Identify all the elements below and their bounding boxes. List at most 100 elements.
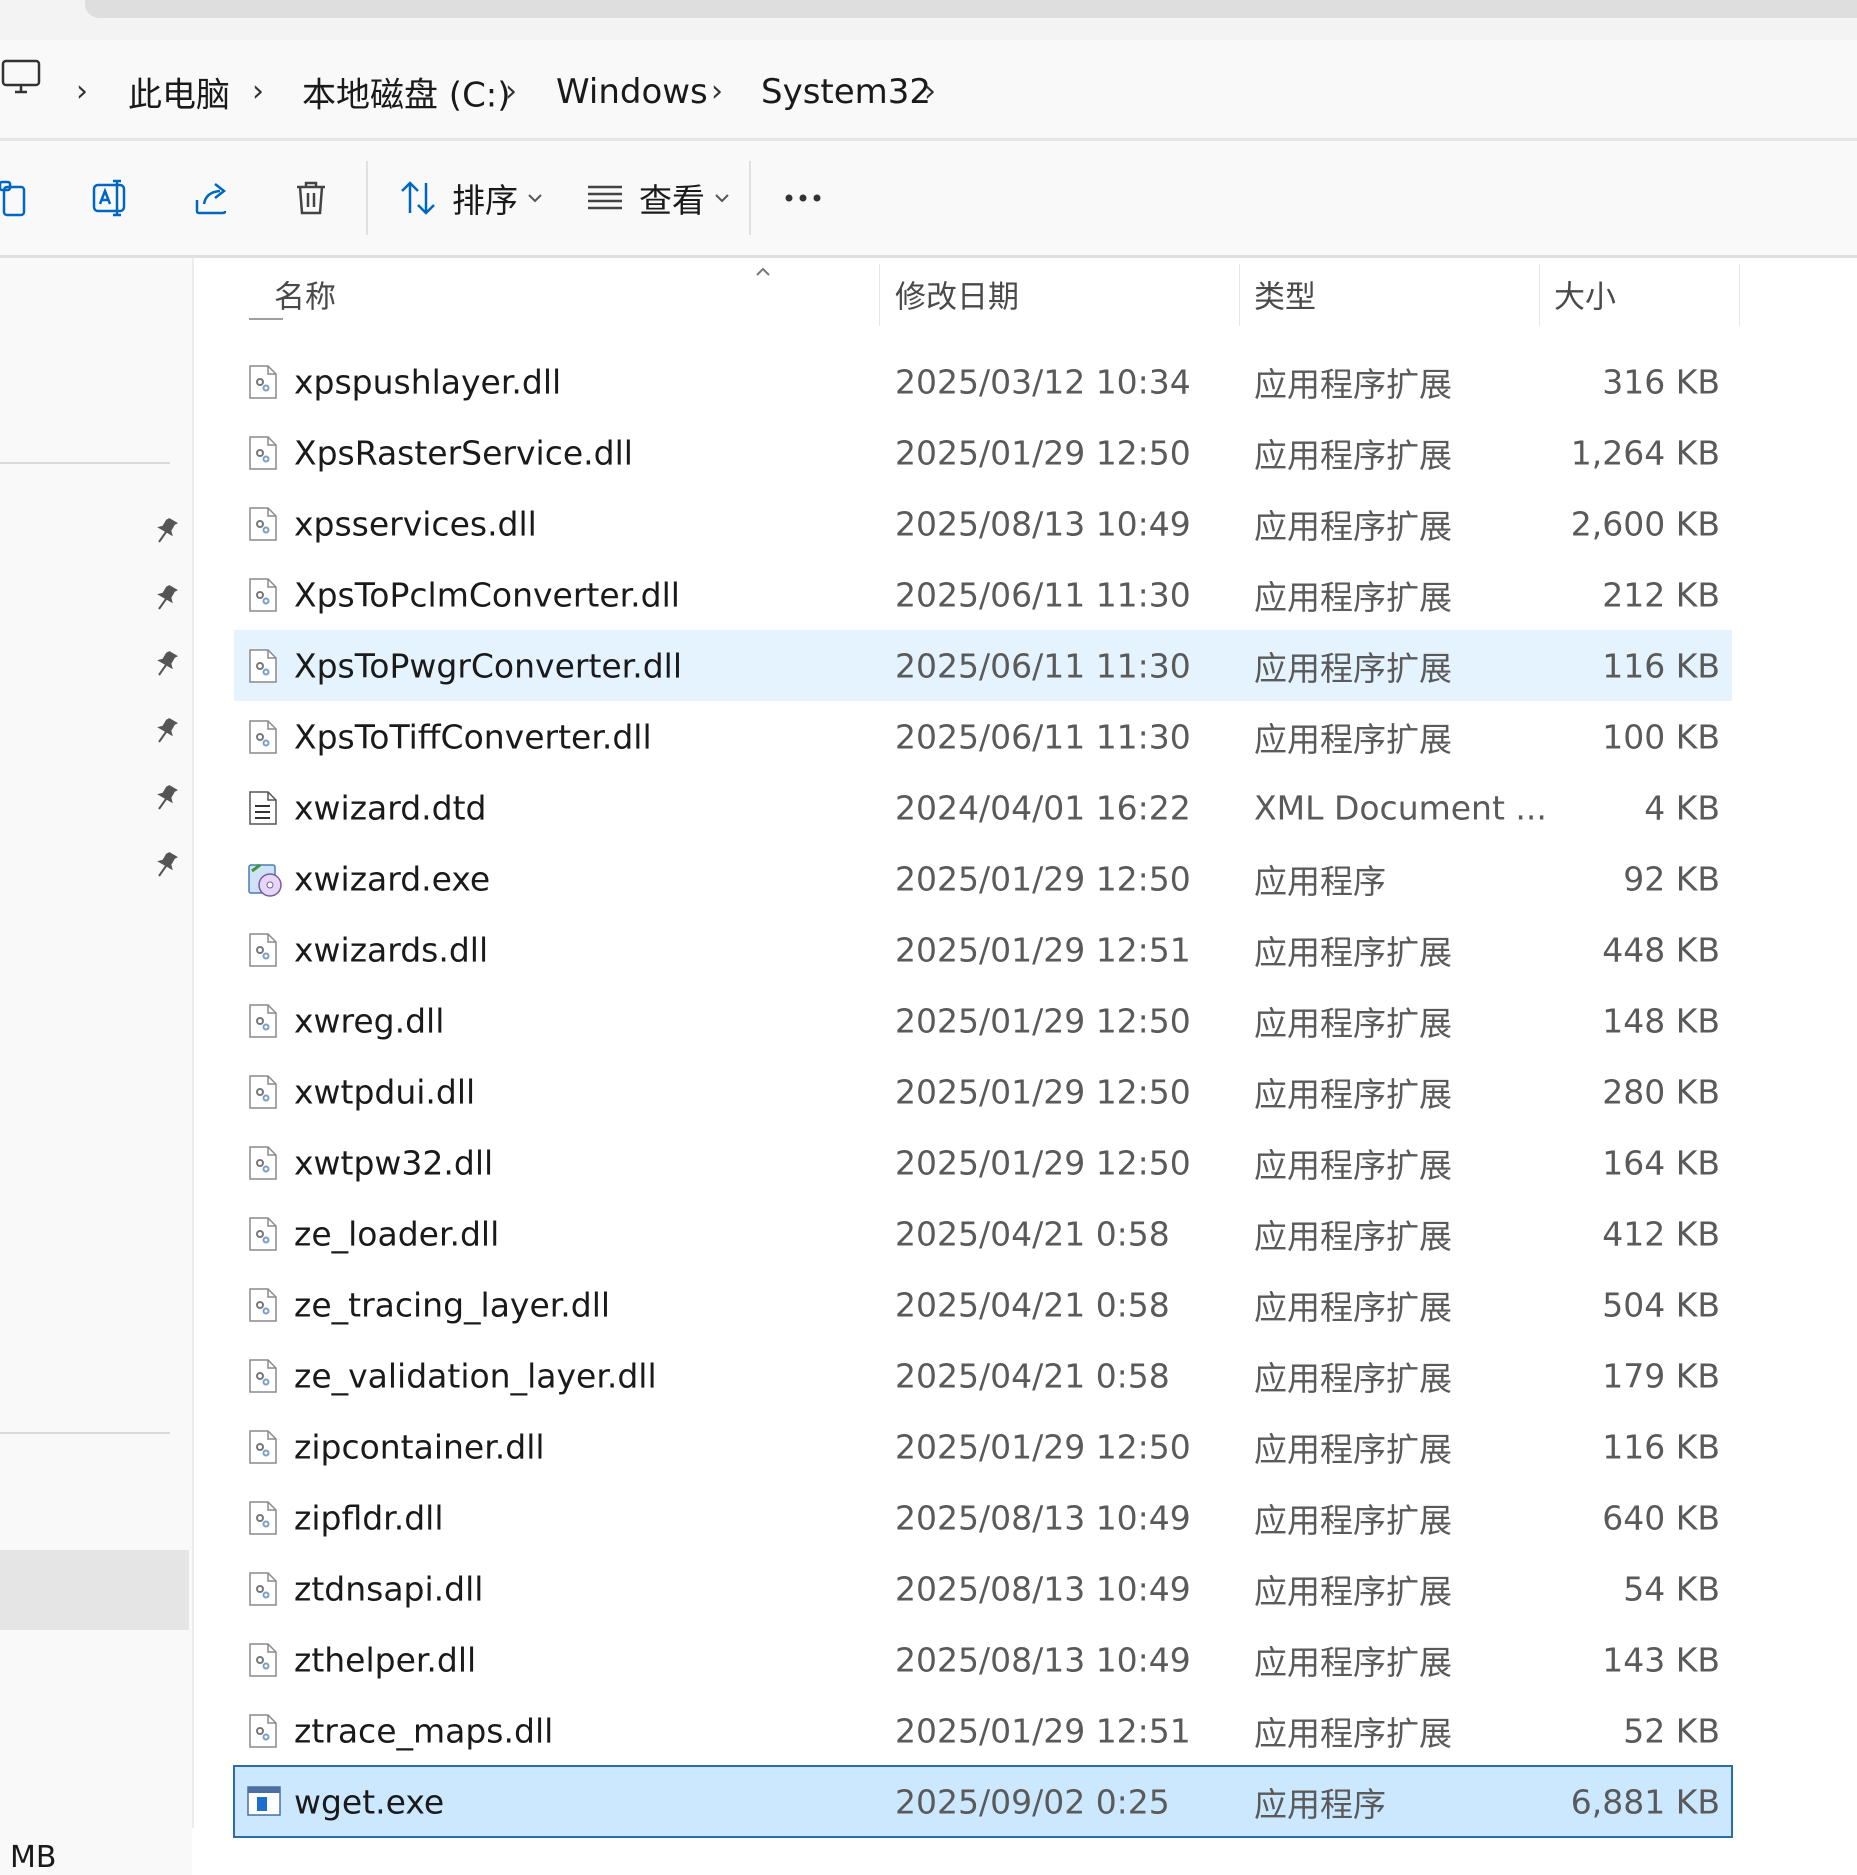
breadcrumb-separator-icon[interactable]: › — [76, 77, 88, 107]
file-name: xwizards.dll — [294, 930, 489, 969]
file-row[interactable]: zthelper.dll 2025/08/13 10:49 应用程序扩展 143 KB — [234, 1624, 1732, 1695]
dll-file-icon — [246, 1571, 280, 1607]
file-row[interactable]: xwtpdui.dll 2025/01/29 12:50 应用程序扩展 280 KB — [234, 1056, 1732, 1127]
pin-icon[interactable] — [154, 716, 179, 748]
chevron-down-icon — [715, 193, 729, 203]
file-row[interactable]: ze_validation_layer.dll 2025/04/21 0:58 应用… — [234, 1340, 1732, 1411]
file-name: ze_tracing_layer.dll — [294, 1285, 611, 1324]
file-size: 179 KB — [1602, 1356, 1720, 1395]
breadcrumb-separator-icon[interactable]: › — [711, 77, 723, 107]
navigation-pane[interactable] — [0, 258, 192, 1875]
file-type: 应用程序扩展 — [1254, 1571, 1452, 1611]
rename-button[interactable] — [92, 179, 130, 217]
file-row[interactable]: ze_loader.dll 2025/04/21 0:58 应用程序扩展 412 KB — [234, 1198, 1732, 1269]
clipboard-icon — [0, 179, 28, 217]
breadcrumb-this-pc[interactable]: 此电脑 — [128, 68, 230, 117]
file-size: 4 KB — [1644, 788, 1720, 827]
file-modified-date: 2025/08/13 10:49 — [895, 1569, 1191, 1608]
file-modified-date: 2025/01/29 12:50 — [895, 1072, 1191, 1111]
chevron-down-icon — [528, 193, 542, 203]
active-tab-edge[interactable] — [85, 0, 1857, 18]
file-name: zipcontainer.dll — [294, 1427, 545, 1466]
file-modified-date: 2025/01/29 12:50 — [895, 433, 1191, 472]
breadcrumb-local-disk-c[interactable]: 本地磁盘 (C:) — [302, 68, 511, 117]
file-row[interactable]: XpsToPwgrConverter.dll 2025/06/11 11:30 应用… — [234, 630, 1732, 701]
pin-icon[interactable] — [154, 850, 179, 882]
file-name: ze_validation_layer.dll — [294, 1356, 657, 1395]
sort-icon — [400, 181, 436, 215]
column-divider[interactable] — [1239, 264, 1240, 326]
file-size: 100 KB — [1602, 717, 1720, 756]
dll-file-icon — [246, 1003, 280, 1039]
this-pc-icon[interactable] — [0, 58, 44, 102]
file-size: 1,264 KB — [1570, 433, 1720, 472]
file-row[interactable]: xwtpw32.dll 2025/01/29 12:50 应用程序扩展 164 KB — [234, 1127, 1732, 1198]
file-modified-date: 2025/01/29 12:50 — [895, 1001, 1191, 1040]
file-type: 应用程序扩展 — [1254, 1713, 1452, 1753]
breadcrumb-separator-icon[interactable]: › — [505, 77, 517, 107]
file-row[interactable]: ze_tracing_layer.dll 2025/04/21 0:58 应用程序扩… — [234, 1269, 1732, 1340]
file-row[interactable]: wget.exe 2025/09/02 0:25 应用程序 6,881 KB — [233, 1765, 1733, 1838]
nav-item-selected[interactable] — [0, 1550, 189, 1630]
breadcrumb-system32[interactable]: System32 — [761, 72, 931, 112]
more-options-button[interactable] — [784, 193, 822, 203]
file-row[interactable]: XpsToPclmConverter.dll 2025/06/11 11:30 应用… — [234, 559, 1732, 630]
file-size: 6,881 KB — [1570, 1782, 1720, 1821]
column-header-modified[interactable]: 修改日期 — [895, 272, 1019, 317]
file-row[interactable]: xwizard.dtd 2024/04/01 16:22 XML Document … — [234, 772, 1732, 843]
file-type: 应用程序 — [1254, 861, 1386, 901]
address-bar[interactable]: › 此电脑 › 本地磁盘 (C:) › Windows › System32 › — [0, 40, 1857, 138]
column-divider[interactable] — [879, 264, 880, 326]
file-row[interactable]: zipfldr.dll 2025/08/13 10:49 应用程序扩展 640 KB — [234, 1482, 1732, 1553]
delete-button[interactable] — [295, 180, 327, 216]
sort-button[interactable]: 排序 — [400, 174, 542, 222]
dll-file-icon — [246, 648, 280, 684]
status-size-unit: MB — [10, 1840, 57, 1875]
file-row[interactable]: XpsRasterService.dll 2025/01/29 12:50 应用程序… — [234, 417, 1732, 488]
pin-icon[interactable] — [154, 783, 179, 815]
file-row[interactable]: ztdnsapi.dll 2025/08/13 10:49 应用程序扩展 54 KB — [234, 1553, 1732, 1624]
column-divider[interactable] — [1539, 264, 1540, 326]
toolbar-separator — [366, 161, 368, 235]
pin-icon[interactable] — [154, 516, 179, 548]
breadcrumb-windows[interactable]: Windows — [556, 72, 708, 112]
file-size: 52 KB — [1623, 1711, 1720, 1750]
file-size: 504 KB — [1602, 1285, 1720, 1324]
file-type: 应用程序扩展 — [1254, 1145, 1452, 1185]
breadcrumb-separator-icon[interactable]: › — [924, 77, 936, 107]
file-row[interactable]: xwreg.dll 2025/01/29 12:50 应用程序扩展 148 KB — [234, 985, 1732, 1056]
file-row[interactable]: xpsservices.dll 2025/08/13 10:49 应用程序扩展 2,6… — [234, 488, 1732, 559]
file-modified-date: 2025/01/29 12:51 — [895, 930, 1191, 969]
file-type: XML Document ... — [1254, 788, 1547, 827]
dll-file-icon — [246, 435, 280, 471]
file-type: 应用程序扩展 — [1254, 364, 1452, 404]
file-type: 应用程序扩展 — [1254, 1500, 1452, 1540]
file-row[interactable]: xpspushlayer.dll 2025/03/12 10:34 应用程序扩展 31… — [234, 346, 1732, 417]
paste-button[interactable] — [0, 179, 28, 217]
share-button[interactable] — [194, 180, 230, 216]
view-button[interactable]: 查看 — [587, 174, 729, 222]
file-type: 应用程序扩展 — [1254, 1003, 1452, 1043]
column-header-name[interactable]: 名称 — [274, 272, 336, 317]
file-size: 54 KB — [1623, 1569, 1720, 1608]
file-row[interactable]: ztrace_maps.dll 2025/01/29 12:51 应用程序扩展 52 … — [234, 1695, 1732, 1766]
breadcrumb-separator-icon[interactable]: › — [252, 77, 264, 107]
dll-file-icon — [246, 1500, 280, 1536]
more-horizontal-icon — [784, 193, 822, 203]
file-row[interactable]: xwizards.dll 2025/01/29 12:51 应用程序扩展 448 KB — [234, 914, 1732, 985]
column-header-size[interactable]: 大小 — [1554, 272, 1616, 317]
file-size: 412 KB — [1602, 1214, 1720, 1253]
nav-divider — [0, 1432, 170, 1434]
column-header-type[interactable]: 类型 — [1254, 272, 1316, 317]
dll-file-icon — [246, 1642, 280, 1678]
file-row[interactable]: XpsToTiffConverter.dll 2025/06/11 11:30 应用… — [234, 701, 1732, 772]
partial-file-row[interactable] — [249, 318, 283, 328]
file-row[interactable]: xwizard.exe 2025/01/29 12:50 应用程序 92 KB — [234, 843, 1732, 914]
dll-file-icon — [246, 1216, 280, 1252]
pin-icon[interactable] — [154, 649, 179, 681]
file-modified-date: 2025/06/11 11:30 — [895, 575, 1191, 614]
file-row[interactable]: zipcontainer.dll 2025/01/29 12:50 应用程序扩展 11… — [234, 1411, 1732, 1482]
pin-icon[interactable] — [154, 583, 179, 615]
column-divider[interactable] — [1739, 264, 1740, 326]
file-type: 应用程序扩展 — [1254, 1642, 1452, 1682]
